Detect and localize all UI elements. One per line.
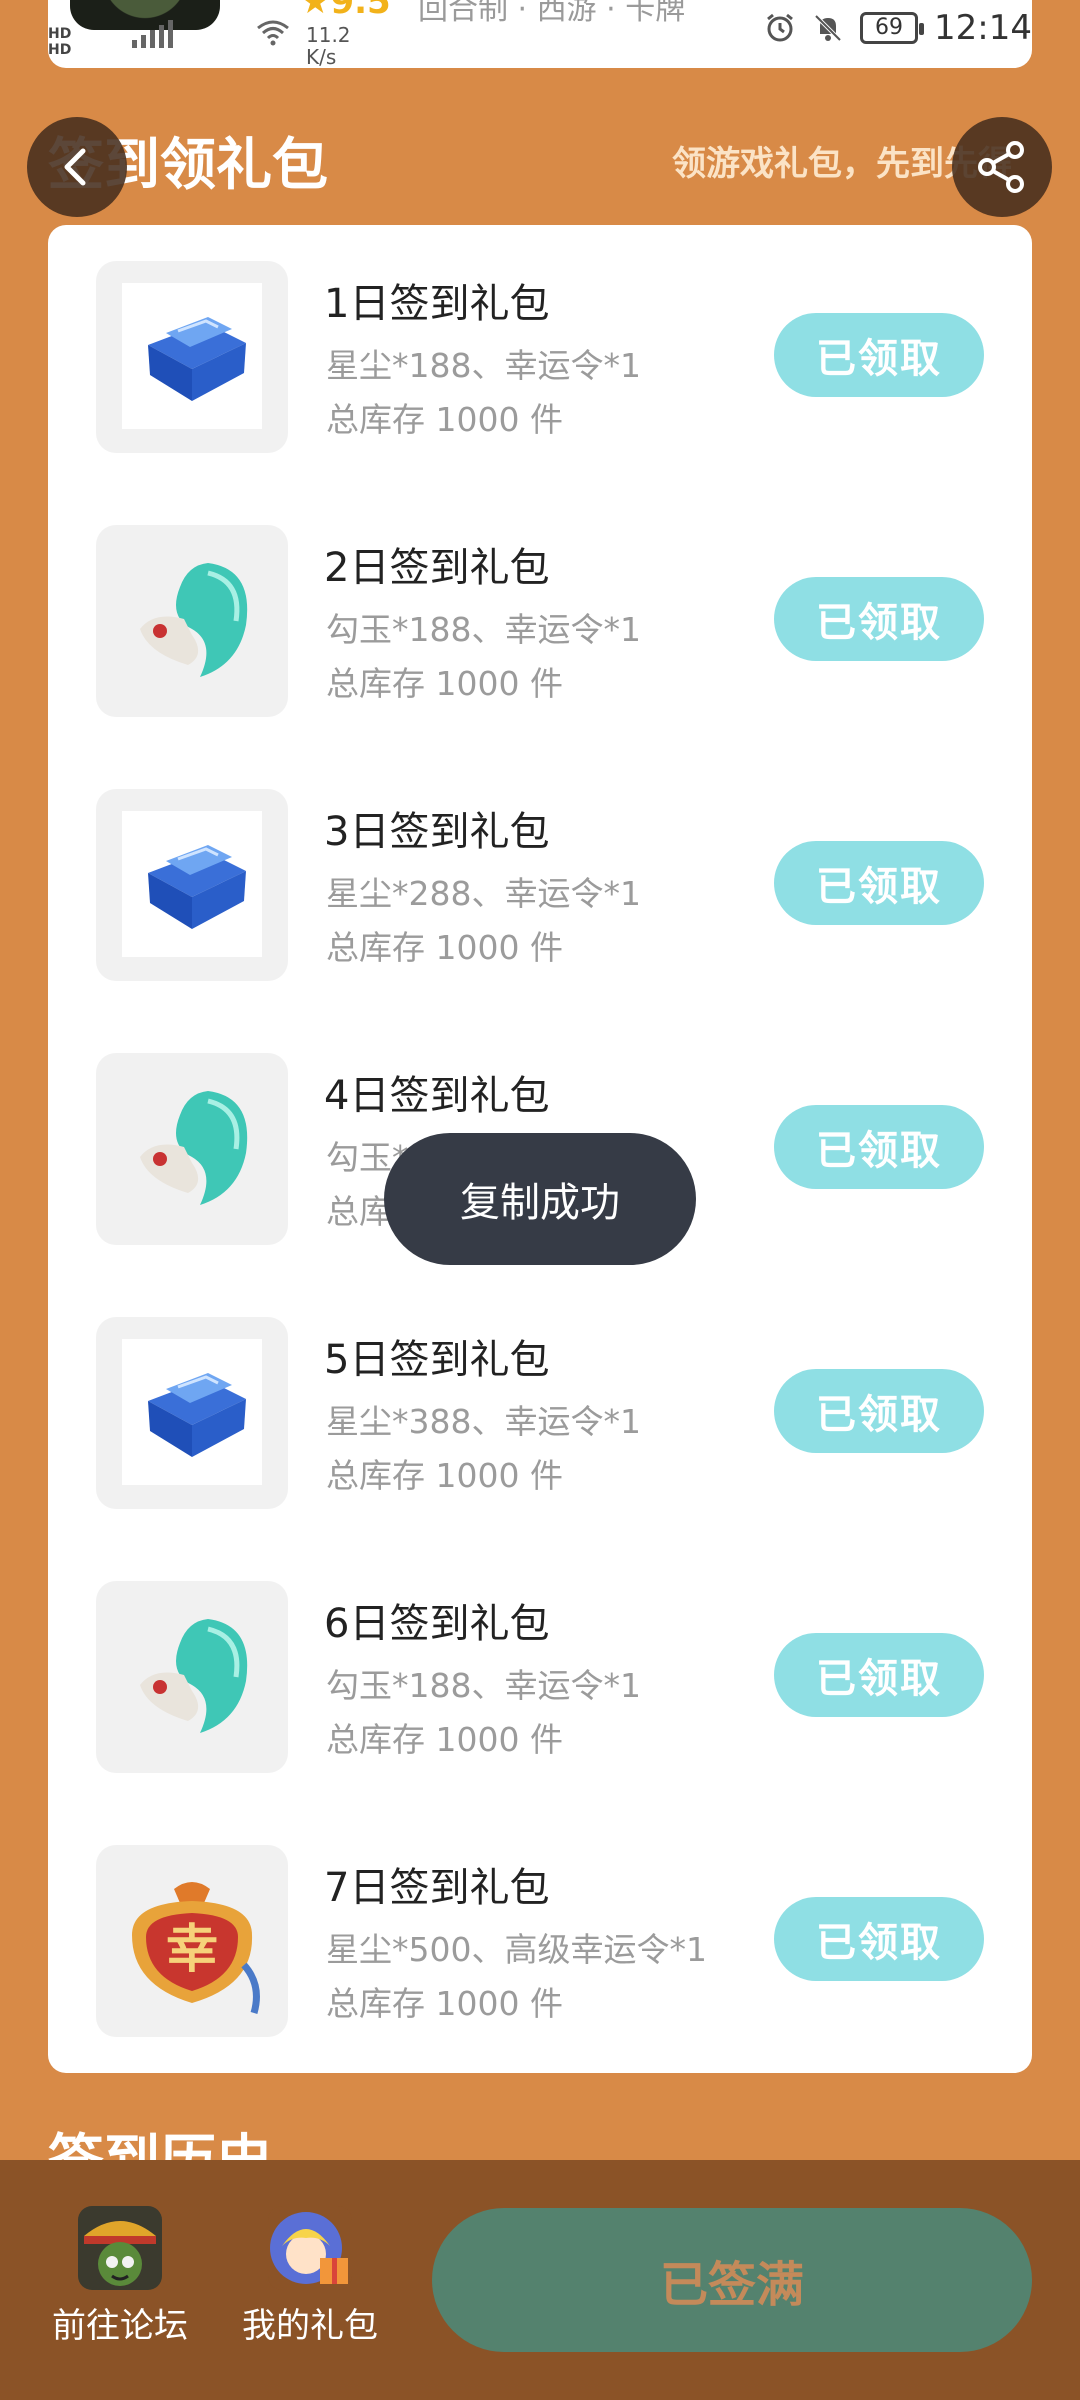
jade-magatama-icon: [96, 1581, 288, 1773]
gift-row-day-6: 6日签到礼包 勾玉*188、幸运令*1 总库存 1000 件 已领取: [48, 1545, 1032, 1773]
network-speed: 11.2 K/s: [306, 23, 351, 68]
gift-title: 5日签到礼包: [324, 1337, 550, 1383]
game-info-card[interactable]: ★9.5 回合制 · 西游 · 卡牌 HD HD 11.2 K/s 69 12:…: [48, 0, 1032, 68]
claimed-button[interactable]: 已领取: [774, 1369, 984, 1453]
claimed-button[interactable]: 已领取: [774, 577, 984, 661]
gift-desc: 星尘*388、幸运令*1: [326, 1402, 641, 1441]
claimed-button[interactable]: 已领取: [774, 841, 984, 925]
share-button[interactable]: [952, 117, 1052, 217]
gift-title: 2日签到礼包: [324, 545, 550, 591]
blue-chest-icon: [96, 261, 288, 453]
gift-row-day-7: 幸 7日签到礼包 星尘*500、高级幸运令*1 总库存 1000 件 已领取: [48, 1809, 1032, 2037]
game-tags: 回合制 · 西游 · 卡牌: [418, 0, 686, 27]
claimed-button[interactable]: 已领取: [774, 1105, 984, 1189]
gift-title: 6日签到礼包: [324, 1601, 550, 1647]
signal-icon: [132, 20, 173, 48]
gift-title: 3日签到礼包: [324, 809, 550, 855]
gift-desc: 星尘*288、幸运令*1: [326, 874, 641, 913]
share-icon: [978, 141, 1024, 193]
blue-chest-icon: [96, 789, 288, 981]
my-gifts-icon: [268, 2206, 352, 2290]
my-gifts-label: 我的礼包: [242, 2306, 378, 2346]
gift-desc: 勾玉*188、幸运令*1: [326, 610, 641, 649]
claimed-button[interactable]: 已领取: [774, 1897, 984, 1981]
gift-desc: 星尘*188、幸运令*1: [326, 346, 641, 385]
status-time: 12:14: [934, 8, 1032, 48]
gift-row-day-3: 3日签到礼包 星尘*288、幸运令*1 总库存 1000 件 已领取: [48, 753, 1032, 981]
mute-bell-icon: [814, 14, 842, 42]
gift-stock: 总库存 1000 件: [326, 1720, 563, 1759]
forum-icon: [78, 2206, 162, 2290]
jade-magatama-icon: [96, 1053, 288, 1245]
claimed-button[interactable]: 已领取: [774, 313, 984, 397]
gift-title: 7日签到礼包: [324, 1865, 550, 1911]
gift-stock: 总库存 1000 件: [326, 400, 563, 439]
status-hd-labels: HD HD: [48, 26, 72, 58]
gift-row-day-5: 5日签到礼包 星尘*388、幸运令*1 总库存 1000 件 已领取: [48, 1281, 1032, 1509]
signed-full-button[interactable]: 已签满: [432, 2208, 1032, 2352]
svg-text:幸: 幸: [166, 1920, 218, 1980]
blue-chest-icon: [96, 1317, 288, 1509]
bottom-action-bar: 前往论坛 我的礼包 已签满: [0, 2160, 1080, 2400]
jade-magatama-icon: [96, 525, 288, 717]
alarm-icon: [767, 13, 793, 42]
my-gifts-button[interactable]: 我的礼包: [230, 2206, 390, 2347]
game-rating: ★9.5: [300, 0, 391, 22]
lucky-charm-icon: 幸: [96, 1845, 288, 2037]
gift-title: 1日签到礼包: [324, 281, 550, 327]
back-button[interactable]: [27, 117, 127, 217]
gift-title: 4日签到礼包: [324, 1073, 550, 1119]
gift-stock: 总库存 1000 件: [326, 928, 563, 967]
forum-label: 前往论坛: [52, 2306, 188, 2346]
gift-stock: 总库存 1000 件: [326, 664, 563, 703]
wifi-icon: [257, 20, 289, 46]
toast-message: 复制成功: [384, 1133, 696, 1265]
battery-icon: 69: [860, 12, 925, 44]
gift-desc: 星尘*500、高级幸运令*1: [326, 1930, 707, 1969]
chevron-left-icon: [64, 148, 86, 186]
gift-row-day-1: 1日签到礼包 星尘*188、幸运令*1 总库存 1000 件 已领取: [48, 225, 1032, 453]
gift-desc: 勾玉*188、幸运令*1: [326, 1666, 641, 1705]
gift-stock: 总库存 1000 件: [326, 1456, 563, 1495]
gift-row-day-2: 2日签到礼包 勾玉*188、幸运令*1 总库存 1000 件 已领取: [48, 489, 1032, 717]
gift-stock: 总库存 1000 件: [326, 1984, 563, 2023]
status-right: 69 12:14: [764, 8, 1032, 48]
claimed-button[interactable]: 已领取: [774, 1633, 984, 1717]
forum-button[interactable]: 前往论坛: [40, 2206, 200, 2347]
